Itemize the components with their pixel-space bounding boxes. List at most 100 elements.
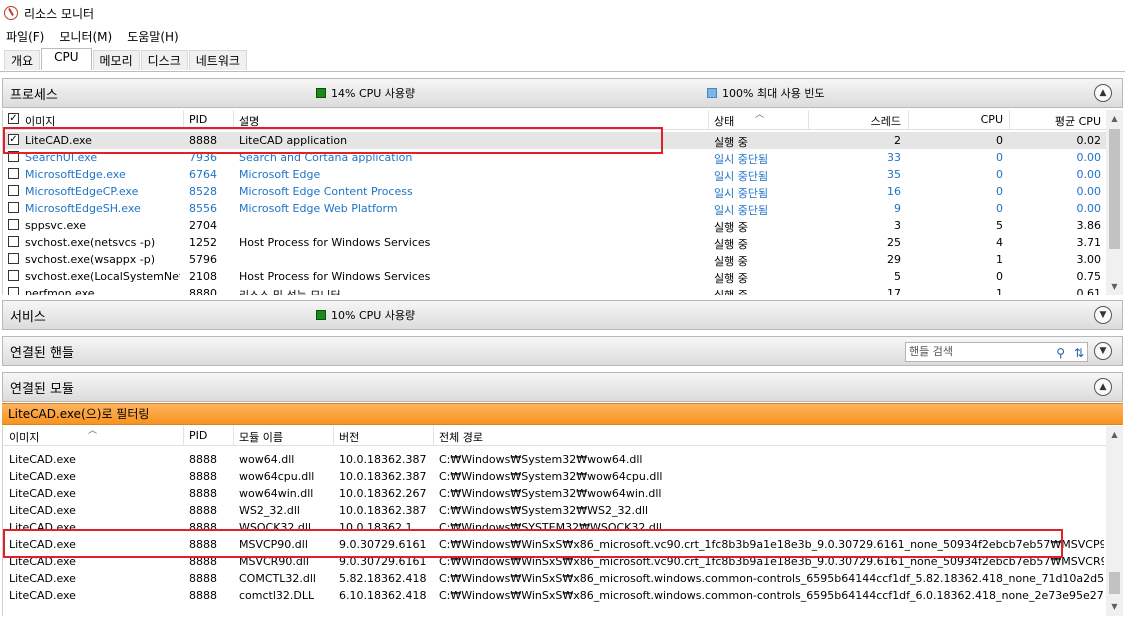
process-threads: 9 bbox=[894, 202, 901, 215]
col-avg-cpu[interactable]: 평균 CPU bbox=[1013, 113, 1101, 129]
menu-monitor[interactable]: 모니터(M) bbox=[59, 28, 112, 45]
services-cpu-swatch bbox=[316, 310, 326, 320]
module-pid: 8888 bbox=[189, 589, 217, 602]
mod-scroll-thumb[interactable] bbox=[1109, 572, 1120, 594]
process-checkbox[interactable] bbox=[8, 185, 19, 196]
process-status: 일시 중단됨 bbox=[714, 204, 769, 217]
process-status: 실행 중 bbox=[714, 287, 748, 295]
expand-handles-button[interactable]: ▼ bbox=[1094, 342, 1112, 360]
process-description: Microsoft Edge Web Platform bbox=[239, 202, 398, 215]
handle-search-placeholder: 핸들 검색 bbox=[909, 345, 953, 358]
process-checkbox[interactable] bbox=[8, 202, 19, 213]
process-status: 일시 중단됨 bbox=[714, 187, 769, 200]
menu-file[interactable]: 파일(F) bbox=[6, 28, 44, 45]
process-image: svchost.exe(wsappx -p) bbox=[25, 253, 156, 266]
module-row[interactable]: LiteCAD.exe 8888 wow64cpu.dll 10.0.18362.38… bbox=[3, 468, 1107, 485]
process-image: sppsvc.exe bbox=[25, 219, 86, 232]
search-icon[interactable]: ⚲ bbox=[1056, 344, 1065, 362]
process-description: 리소스 및 성능 모니터 bbox=[239, 287, 699, 295]
tab-overview[interactable]: 개요 bbox=[4, 50, 41, 70]
process-threads: 3 bbox=[894, 219, 901, 232]
process-row[interactable]: svchost.exe(netsvcs -p) 1252 Host Process … bbox=[3, 234, 1107, 251]
scroll-thumb[interactable] bbox=[1109, 129, 1120, 249]
process-row[interactable]: svchost.exe(LocalSystemNetw... 2108 Host P… bbox=[3, 268, 1107, 285]
mod-col-image[interactable]: 이미지 bbox=[9, 429, 39, 445]
process-row[interactable]: perfmon.exe 8880 리소스 및 성능 모니터 실행 중 17 1 0.61 bbox=[3, 285, 1107, 295]
module-image: LiteCAD.exe bbox=[9, 453, 76, 466]
module-row[interactable]: LiteCAD.exe 8888 comctl32.DLL 6.10.18362.41… bbox=[3, 587, 1107, 604]
select-all-checkbox[interactable]: ✓ bbox=[8, 113, 19, 124]
expand-services-button[interactable]: ▼ bbox=[1094, 306, 1112, 324]
col-status[interactable]: 상태 bbox=[714, 113, 734, 129]
process-avg-cpu: 0.02 bbox=[1076, 134, 1102, 147]
processes-scrollbar[interactable]: ▲ ▼ bbox=[1106, 110, 1123, 295]
process-image: svchost.exe(LocalSystemNetw... bbox=[25, 270, 180, 283]
resource-monitor-icon bbox=[4, 6, 18, 20]
module-row[interactable]: LiteCAD.exe 8888 wow64.dll 10.0.18362.387 C:… bbox=[3, 451, 1107, 468]
process-description: Host Process for Windows Services bbox=[239, 270, 431, 283]
process-pid: 1252 bbox=[189, 236, 217, 249]
process-avg-cpu: 0.61 bbox=[1076, 287, 1102, 295]
tab-network[interactable]: 네트워크 bbox=[188, 50, 247, 70]
tab-disk[interactable]: 디스크 bbox=[140, 50, 188, 70]
process-status: 실행 중 bbox=[714, 136, 748, 149]
process-checkbox[interactable] bbox=[8, 236, 19, 247]
module-filter-bar[interactable]: LiteCAD.exe(으)로 필터링 bbox=[2, 403, 1123, 425]
tab-memory[interactable]: 메모리 bbox=[92, 50, 140, 70]
scroll-up-icon[interactable]: ▲ bbox=[1106, 110, 1123, 127]
process-pid: 5796 bbox=[189, 253, 217, 266]
process-image: perfmon.exe bbox=[25, 287, 95, 295]
process-checkbox[interactable] bbox=[8, 287, 19, 295]
process-description: Host Process for Windows Services bbox=[239, 236, 431, 249]
menu-help[interactable]: 도움말(H) bbox=[127, 28, 179, 45]
col-threads[interactable]: 스레드 bbox=[813, 113, 901, 129]
process-avg-cpu: 0.75 bbox=[1076, 270, 1102, 283]
tab-strip: 개요 CPU 메모리 디스크 네트워크 bbox=[0, 48, 248, 71]
process-threads: 17 bbox=[887, 287, 901, 295]
services-header[interactable]: 서비스 10% CPU 사용량 ▼ bbox=[2, 300, 1123, 330]
process-description: Microsoft Edge bbox=[239, 168, 321, 181]
process-avg-cpu: 0.00 bbox=[1076, 202, 1102, 215]
process-cpu: 5 bbox=[996, 219, 1003, 232]
process-row[interactable]: MicrosoftEdgeCP.exe 8528 Microsoft Edge Co… bbox=[3, 183, 1107, 200]
process-row[interactable]: svchost.exe(wsappx -p) 5796 실행 중 29 1 3.00 bbox=[3, 251, 1107, 268]
module-row[interactable]: LiteCAD.exe 8888 wow64win.dll 10.0.18362.26… bbox=[3, 485, 1107, 502]
sort-ascending-icon: ︿ bbox=[755, 110, 765, 120]
window-title: 리소스 모니터 bbox=[24, 6, 95, 21]
process-checkbox[interactable] bbox=[8, 270, 19, 281]
process-row[interactable]: MicrosoftEdge.exe 6764 Microsoft Edge 일시 중단… bbox=[3, 166, 1107, 183]
mod-col-module-name[interactable]: 모듈 이름 bbox=[239, 429, 283, 445]
refresh-icon[interactable]: ⇅ bbox=[1074, 344, 1084, 362]
processes-title: 프로세스 bbox=[10, 87, 58, 103]
modules-header[interactable]: 연결된 모듈 ▲ bbox=[2, 372, 1123, 402]
tab-cpu[interactable]: CPU bbox=[41, 48, 92, 70]
module-name: wow64cpu.dll bbox=[239, 470, 315, 483]
process-checkbox[interactable] bbox=[8, 253, 19, 264]
module-path: C:₩Windows₩WinSxS₩x86_microsoft.windows.… bbox=[439, 589, 1104, 602]
process-row[interactable]: sppsvc.exe 2704 실행 중 3 5 3.86 bbox=[3, 217, 1107, 234]
modules-scrollbar[interactable]: ▲ ▼ bbox=[1106, 426, 1123, 616]
mod-scroll-down-icon[interactable]: ▼ bbox=[1106, 598, 1123, 615]
process-status: 일시 중단됨 bbox=[714, 170, 769, 183]
process-cpu: 0 bbox=[996, 270, 1003, 283]
handle-search-input[interactable]: 핸들 검색 ⚲ ⇅ bbox=[905, 342, 1088, 362]
process-checkbox[interactable] bbox=[8, 219, 19, 230]
scroll-down-icon[interactable]: ▼ bbox=[1106, 278, 1123, 295]
mod-col-pid[interactable]: PID bbox=[189, 429, 207, 442]
process-image: MicrosoftEdgeSH.exe bbox=[25, 202, 141, 215]
process-threads: 35 bbox=[887, 168, 901, 181]
module-row[interactable]: LiteCAD.exe 8888 COMCTL32.dll 5.82.18362.41… bbox=[3, 570, 1107, 587]
col-cpu[interactable]: CPU bbox=[913, 113, 1003, 126]
process-checkbox[interactable] bbox=[8, 168, 19, 179]
mod-col-full-path[interactable]: 전체 경로 bbox=[439, 429, 483, 445]
processes-header[interactable]: 프로세스 14% CPU 사용량 100% 최대 사용 빈도 ▲ bbox=[2, 78, 1123, 108]
process-row[interactable]: MicrosoftEdgeSH.exe 8556 Microsoft Edge We… bbox=[3, 200, 1107, 217]
services-cpu-usage: 10% CPU 사용량 bbox=[331, 309, 416, 322]
col-pid[interactable]: PID bbox=[189, 113, 207, 126]
mod-scroll-up-icon[interactable]: ▲ bbox=[1106, 426, 1123, 443]
module-row[interactable]: LiteCAD.exe 8888 WS2_32.dll 10.0.18362.387 C… bbox=[3, 502, 1107, 519]
collapse-modules-button[interactable]: ▲ bbox=[1094, 378, 1112, 396]
collapse-processes-button[interactable]: ▲ bbox=[1094, 84, 1112, 102]
services-title: 서비스 bbox=[10, 309, 46, 325]
mod-col-version[interactable]: 버전 bbox=[339, 429, 359, 445]
